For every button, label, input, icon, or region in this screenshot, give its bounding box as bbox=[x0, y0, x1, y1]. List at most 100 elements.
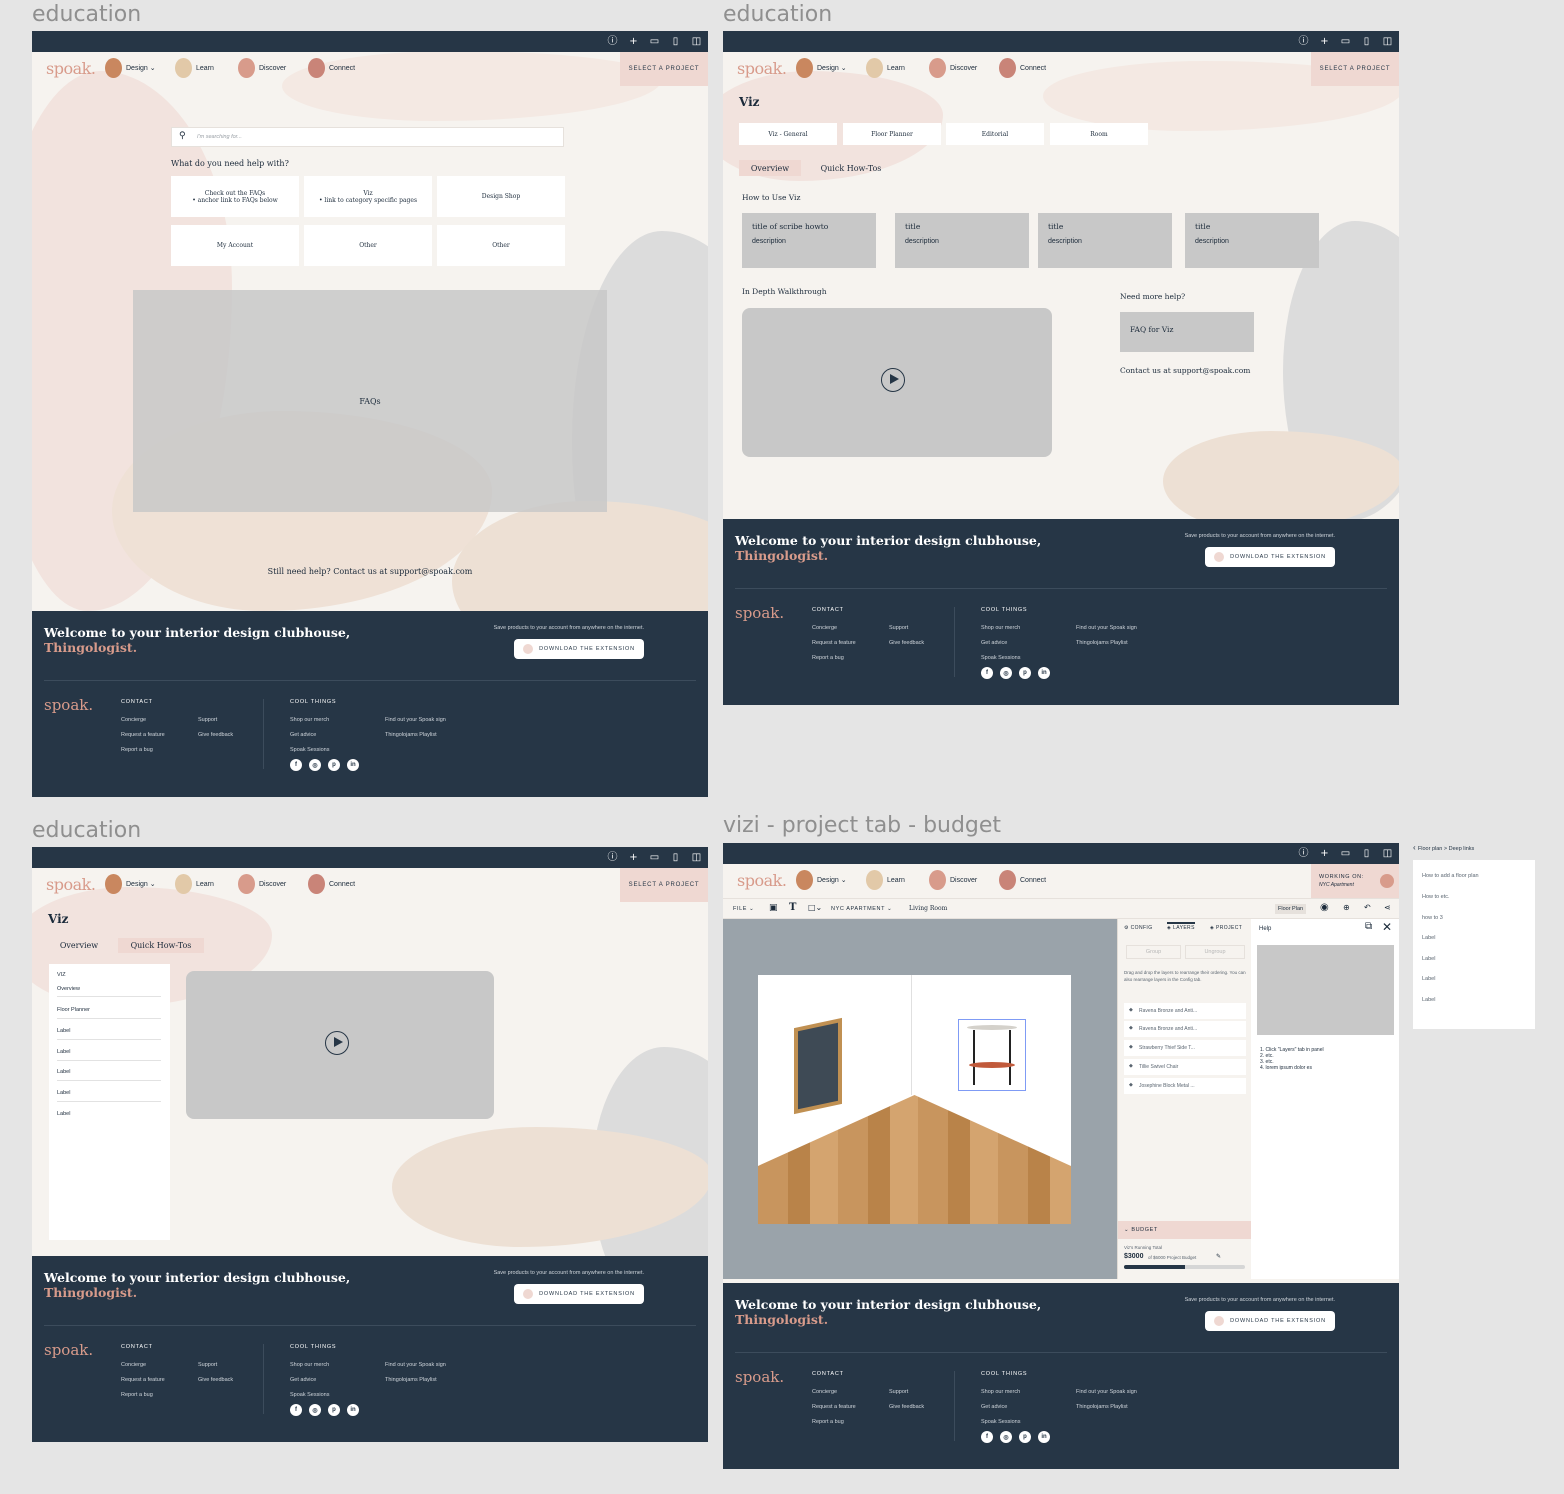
edit-budget-icon[interactable]: ✎ bbox=[1216, 1253, 1221, 1260]
project-menu[interactable]: NYC APARTMENT ⌄ bbox=[831, 906, 892, 912]
footer-link[interactable]: Support bbox=[198, 717, 217, 723]
category-room[interactable]: Room bbox=[1050, 123, 1148, 145]
footer-link[interactable]: Give feedback bbox=[889, 1404, 924, 1410]
card-icon[interactable]: ▭ bbox=[647, 850, 662, 865]
footer-link[interactable]: Thingolojams Playlist bbox=[1076, 640, 1128, 646]
footer-link[interactable]: Shop our merch bbox=[290, 1362, 329, 1368]
footer-link[interactable]: Concierge bbox=[121, 1362, 146, 1368]
sidebar-item[interactable]: Label bbox=[57, 1069, 161, 1081]
category-editorial[interactable]: Editorial bbox=[946, 123, 1044, 145]
footer-link[interactable]: Request a feature bbox=[121, 732, 165, 738]
sidebar-item[interactable]: Label bbox=[57, 1049, 161, 1061]
nav-connect[interactable]: Connect bbox=[308, 58, 355, 78]
category-floor-planner[interactable]: Floor Planner bbox=[843, 123, 941, 145]
nav-design[interactable]: Design ⌄ bbox=[105, 58, 156, 78]
nav-connect[interactable]: Connect bbox=[999, 870, 1046, 890]
footer-link[interactable]: Report a bug bbox=[121, 1392, 153, 1398]
bag-icon[interactable]: ◫ bbox=[689, 34, 704, 49]
nav-learn[interactable]: Learn bbox=[175, 874, 214, 894]
bookmark-icon[interactable]: ▯ bbox=[1359, 34, 1374, 49]
room-selector[interactable]: Living Room bbox=[909, 905, 947, 912]
howto-card[interactable]: title description bbox=[1185, 213, 1319, 268]
footer-link[interactable]: Report a bug bbox=[121, 747, 153, 753]
card-icon[interactable]: ▭ bbox=[1338, 846, 1353, 861]
nav-design[interactable]: Design ⌄ bbox=[796, 870, 847, 890]
facebook-icon[interactable]: f bbox=[981, 667, 993, 679]
footer-link[interactable]: Shop our merch bbox=[981, 1389, 1020, 1395]
help-card-faqs[interactable]: Check out the FAQs • anchor link to FAQs … bbox=[171, 176, 299, 217]
instagram-icon[interactable]: ◎ bbox=[1000, 667, 1012, 679]
tab-overview[interactable]: Overview bbox=[739, 160, 801, 176]
image-icon[interactable]: ▣ bbox=[769, 903, 778, 913]
deep-link[interactable]: Label bbox=[1422, 976, 1435, 982]
deep-link[interactable]: How to etc. bbox=[1422, 894, 1450, 900]
footer-link[interactable]: Find out your Spoak sign bbox=[385, 1362, 446, 1368]
footer-link[interactable]: Support bbox=[198, 1362, 217, 1368]
open-external-icon[interactable]: ⧉ bbox=[1365, 921, 1372, 932]
pinterest-icon[interactable]: p bbox=[1019, 667, 1031, 679]
plus-icon[interactable]: + bbox=[1317, 34, 1332, 49]
footer-link[interactable]: Request a feature bbox=[121, 1377, 165, 1383]
info-icon[interactable]: ⓘ bbox=[1296, 34, 1311, 49]
text-icon[interactable]: T bbox=[789, 902, 796, 913]
sidebar-item[interactable]: Floor Planner bbox=[57, 1007, 161, 1019]
footer-link[interactable]: Get advice bbox=[981, 640, 1007, 646]
nav-discover[interactable]: Discover bbox=[929, 58, 977, 78]
close-icon[interactable]: ✕ bbox=[1382, 920, 1392, 934]
spoak-logo[interactable]: spoak. bbox=[737, 871, 787, 890]
footer-link[interactable]: Spoak Sessions bbox=[290, 747, 329, 753]
category-viz-general[interactable]: Viz - General bbox=[739, 123, 837, 145]
tab-overview[interactable]: Overview bbox=[48, 938, 110, 953]
linkedin-icon[interactable]: in bbox=[1038, 1431, 1050, 1443]
plus-icon[interactable]: + bbox=[626, 850, 641, 865]
nav-discover[interactable]: Discover bbox=[238, 58, 286, 78]
tab-config[interactable]: ⚙ CONFIG bbox=[1124, 925, 1153, 931]
floor-plan-toggle[interactable]: Floor Plan bbox=[1275, 904, 1307, 914]
deep-link[interactable]: Label bbox=[1422, 935, 1435, 941]
bookmark-icon[interactable]: ▯ bbox=[1359, 846, 1374, 861]
layer-item[interactable]: ◆ Tillie Swivel Chair bbox=[1124, 1059, 1246, 1075]
howto-card[interactable]: title description bbox=[895, 213, 1029, 268]
bag-icon[interactable]: ◫ bbox=[1380, 34, 1395, 49]
zoom-icon[interactable]: ⊕ bbox=[1343, 903, 1350, 912]
download-extension-button[interactable]: DOWNLOAD THE EXTENSION bbox=[514, 639, 644, 659]
facebook-icon[interactable]: f bbox=[290, 1404, 302, 1416]
file-menu[interactable]: FILE ⌄ bbox=[733, 906, 754, 912]
bookmark-icon[interactable]: ▯ bbox=[668, 850, 683, 865]
tab-quick-howtos[interactable]: Quick How-Tos bbox=[118, 938, 204, 953]
select-project-button[interactable]: SELECT A PROJECT bbox=[620, 52, 708, 86]
sidebar-item[interactable]: Label bbox=[57, 1028, 161, 1040]
help-card-account[interactable]: My Account bbox=[171, 225, 299, 266]
footer-link[interactable]: Request a feature bbox=[812, 640, 856, 646]
framed-art[interactable] bbox=[794, 1017, 842, 1115]
spoak-logo[interactable]: spoak. bbox=[46, 59, 96, 78]
deep-links-breadcrumb[interactable]: ‹ Floor plan > Deep links bbox=[1413, 843, 1474, 852]
footer-link[interactable]: Request a feature bbox=[812, 1404, 856, 1410]
linkedin-icon[interactable]: in bbox=[347, 1404, 359, 1416]
footer-link[interactable]: Shop our merch bbox=[981, 625, 1020, 631]
footer-link[interactable]: Thingolojams Playlist bbox=[385, 732, 437, 738]
howto-video[interactable] bbox=[186, 971, 494, 1119]
footer-link[interactable]: Get advice bbox=[981, 1404, 1007, 1410]
eye-icon[interactable]: ◉ bbox=[1320, 902, 1329, 913]
pinterest-icon[interactable]: p bbox=[1019, 1431, 1031, 1443]
play-icon[interactable] bbox=[325, 1031, 349, 1055]
footer-link[interactable]: Get advice bbox=[290, 1377, 316, 1383]
help-card-viz[interactable]: Viz • link to category specific pages bbox=[304, 176, 432, 217]
nav-connect[interactable]: Connect bbox=[308, 874, 355, 894]
footer-link[interactable]: Give feedback bbox=[889, 640, 924, 646]
tab-project[interactable]: ◈ PROJECT bbox=[1210, 925, 1242, 931]
sidebar-item[interactable]: Overview bbox=[57, 986, 161, 997]
card-icon[interactable]: ▭ bbox=[647, 34, 662, 49]
footer-link[interactable]: Support bbox=[889, 1389, 908, 1395]
select-project-button[interactable]: SELECT A PROJECT bbox=[1311, 52, 1399, 86]
footer-link[interactable]: Find out your Spoak sign bbox=[1076, 625, 1137, 631]
footer-link[interactable]: Concierge bbox=[812, 625, 837, 631]
footer-link[interactable]: Concierge bbox=[812, 1389, 837, 1395]
instagram-icon[interactable]: ◎ bbox=[309, 1404, 321, 1416]
spoak-logo[interactable]: spoak. bbox=[46, 875, 96, 894]
howto-card[interactable]: title description bbox=[1038, 213, 1172, 268]
footer-link[interactable]: Spoak Sessions bbox=[290, 1392, 329, 1398]
footer-link[interactable]: Spoak Sessions bbox=[981, 1419, 1020, 1425]
footer-logo[interactable]: spoak. bbox=[735, 604, 784, 622]
